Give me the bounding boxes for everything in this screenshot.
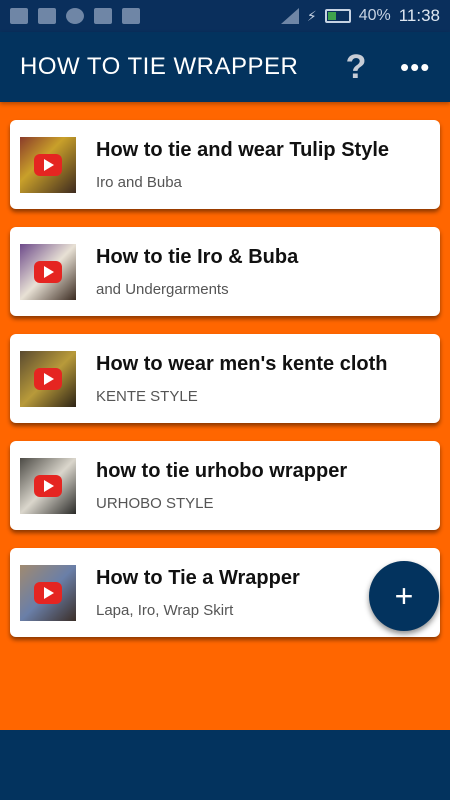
add-button[interactable]: + <box>369 561 439 631</box>
status-bar: ⚡ 40% 11:38 <box>0 0 450 32</box>
app-notification-icon <box>122 8 140 24</box>
item-subtitle: and Undergarments <box>96 280 229 298</box>
item-subtitle: Iro and Buba <box>96 173 182 191</box>
video-thumbnail <box>20 243 76 300</box>
app-title: HOW TO TIE WRAPPER <box>20 53 299 80</box>
play-icon <box>34 581 62 604</box>
item-subtitle: KENTE STYLE <box>96 387 198 405</box>
play-icon <box>34 474 62 497</box>
signal-icon <box>280 8 299 24</box>
video-thumbnail <box>20 136 76 193</box>
play-icon <box>34 367 62 390</box>
play-icon <box>34 153 62 176</box>
list-item[interactable]: How to tie Iro & Buba and Undergarments <box>10 227 440 316</box>
item-title: How to wear men's kente cloth <box>96 352 388 375</box>
message-icon <box>38 8 56 24</box>
list-item[interactable]: How to tie and wear Tulip Style Iro and … <box>10 120 440 209</box>
item-title: how to tie urhobo wrapper <box>96 459 348 482</box>
battery-percent: 40% <box>358 7 391 24</box>
item-title: How to tie Iro & Buba <box>96 245 299 268</box>
video-thumbnail <box>20 564 76 621</box>
list-item[interactable]: How to wear men's kente cloth KENTE STYL… <box>10 334 440 423</box>
item-subtitle: URHOBO STYLE <box>96 494 214 512</box>
list-item[interactable]: how to tie urhobo wrapper URHOBO STYLE <box>10 441 440 530</box>
bottom-bar <box>0 730 450 800</box>
video-thumbnail <box>20 350 76 407</box>
help-button[interactable]: ? <box>336 48 376 87</box>
battery-icon <box>324 9 351 23</box>
item-title: How to Tie a Wrapper <box>96 566 300 589</box>
mail-icon <box>94 8 112 24</box>
charging-icon: ⚡ <box>306 7 317 24</box>
gallery-icon <box>10 8 28 24</box>
whatsapp-icon <box>66 8 84 24</box>
overflow-menu-button[interactable]: ••• <box>400 54 430 80</box>
app-bar: HOW TO TIE WRAPPER ? ••• <box>0 32 450 102</box>
play-icon <box>34 260 62 283</box>
item-subtitle: Lapa, Iro, Wrap Skirt <box>96 601 234 619</box>
video-thumbnail <box>20 457 76 514</box>
item-title: How to tie and wear Tulip Style <box>96 138 389 161</box>
clock: 11:38 <box>398 6 440 25</box>
